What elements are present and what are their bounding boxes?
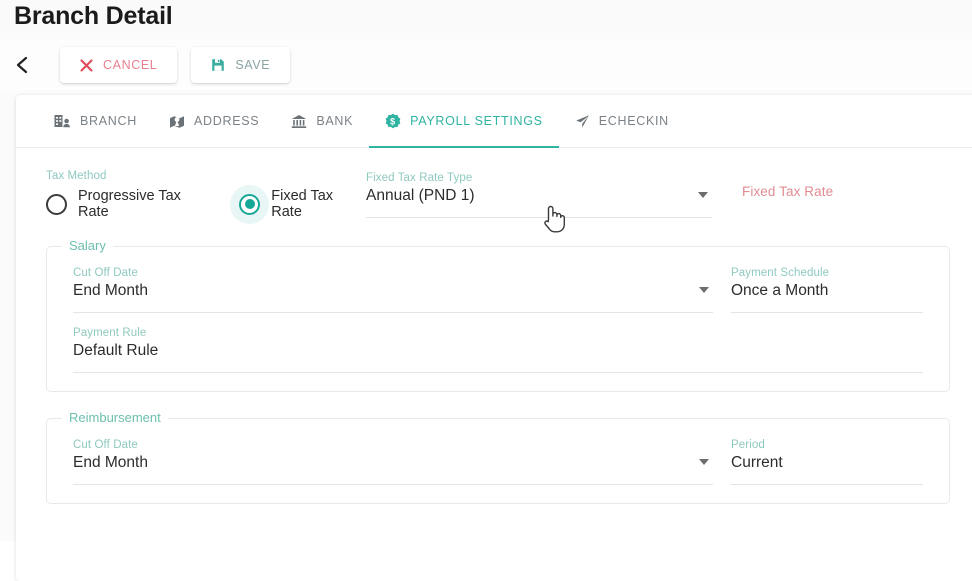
salary-payment-schedule-select[interactable]: Once a Month (731, 282, 923, 313)
fixed-tax-rate-label: Fixed Tax Rate (742, 184, 834, 199)
page-title: Branch Detail (14, 2, 173, 30)
page-header: Branch Detail (0, 0, 972, 38)
tax-method-group: Tax Method Progressive Tax Rate Fixed Ta… (46, 170, 366, 220)
tab-echeckin[interactable]: ECHECKIN (559, 95, 685, 147)
salary-payment-rule-label: Payment Rule (73, 327, 147, 339)
salary-cut-off-date-value: End Month (73, 282, 148, 299)
cancel-button-label: CANCEL (103, 58, 158, 72)
payroll-dollar-badge-icon: $ (385, 113, 401, 129)
bank-columns-icon (291, 114, 307, 129)
svg-text:$: $ (390, 116, 396, 126)
reimbursement-cut-off-date-select[interactable]: End Month (73, 454, 713, 485)
salary-cut-off-date-label: Cut Off Date (73, 267, 138, 279)
cancel-button[interactable]: CANCEL (60, 47, 178, 83)
radio-fixed-tax-rate-label: Fixed Tax Rate (271, 188, 334, 220)
save-button[interactable]: SAVE (191, 47, 291, 83)
tax-method-label: Tax Method (46, 170, 107, 182)
floppy-disk-icon (211, 58, 225, 72)
reimbursement-period-value: Current (731, 454, 783, 471)
fixed-tax-rate-type-select[interactable]: Annual (PND 1) (366, 187, 712, 218)
reimbursement-period-select[interactable]: Current (731, 454, 923, 485)
radio-circle-icon (46, 193, 67, 215)
tax-method-row: Tax Method Progressive Tax Rate Fixed Ta… (46, 170, 950, 220)
tab-address[interactable]: ADDRESS (153, 95, 275, 147)
save-button-label: SAVE (235, 58, 271, 72)
map-location-icon (169, 114, 185, 129)
salary-group-legend: Salary (62, 238, 113, 253)
back-button[interactable] (0, 43, 44, 87)
fixed-tax-rate-type-value: Annual (PND 1) (366, 187, 475, 204)
salary-payment-rule-value: Default Rule (73, 342, 159, 359)
fixed-tax-rate-type-field[interactable]: Fixed Tax Rate Type Annual (PND 1) (366, 170, 712, 218)
salary-cut-off-date-select[interactable]: End Month (73, 282, 713, 313)
close-x-icon (80, 58, 93, 72)
fixed-tax-rate-field[interactable]: Fixed Tax Rate (742, 170, 950, 202)
salary-payment-schedule-label: Payment Schedule (731, 267, 830, 279)
reimbursement-period-label: Period (731, 439, 765, 451)
salary-cut-off-date-field[interactable]: Cut Off Date End Month (73, 267, 731, 313)
tab-payroll-settings[interactable]: $ PAYROLL SETTINGS (369, 95, 559, 148)
tab-branch[interactable]: BRANCH (38, 95, 153, 147)
reimbursement-cut-off-date-value: End Month (73, 454, 148, 471)
branch-detail-card: BRANCH ADDRESS BANK $ PAYROLL SETTINGS E… (16, 95, 972, 581)
salary-row-1: Cut Off Date End Month Payment Schedule … (73, 267, 923, 313)
radio-progressive-tax-rate-label: Progressive Tax Rate (78, 188, 181, 220)
salary-payment-schedule-field[interactable]: Payment Schedule Once a Month (731, 267, 923, 313)
chevron-down-icon[interactable] (699, 459, 709, 465)
action-bar: CANCEL SAVE (0, 40, 972, 90)
fixed-tax-rate-type-label: Fixed Tax Rate Type (366, 172, 473, 184)
salary-payment-rule-select[interactable]: Default Rule (73, 342, 923, 373)
radio-fixed-tax-rate[interactable]: Fixed Tax Rate (239, 188, 366, 220)
salary-group: Salary Cut Off Date End Month Payment Sc… (46, 238, 950, 392)
reimbursement-period-field[interactable]: Period Current (731, 439, 923, 485)
tab-bar: BRANCH ADDRESS BANK $ PAYROLL SETTINGS E… (16, 95, 972, 148)
salary-row-2: Payment Rule Default Rule (73, 327, 923, 373)
radio-progressive-tax-rate[interactable]: Progressive Tax Rate (46, 188, 213, 220)
reimbursement-group: Reimbursement Cut Off Date End Month Per… (46, 410, 950, 504)
payroll-settings-form: Tax Method Progressive Tax Rate Fixed Ta… (16, 148, 972, 504)
chevron-down-icon[interactable] (699, 287, 709, 293)
radio-circle-selected-icon (239, 193, 261, 215)
chevron-left-icon (14, 55, 30, 75)
paper-plane-icon (575, 114, 590, 129)
tab-bank-label: BANK (316, 114, 354, 128)
reimbursement-group-legend: Reimbursement (62, 410, 168, 425)
reimbursement-row-1: Cut Off Date End Month Period Current (73, 439, 923, 485)
tab-bank[interactable]: BANK (275, 95, 369, 147)
salary-payment-schedule-value: Once a Month (731, 282, 829, 299)
chevron-down-icon[interactable] (698, 192, 708, 198)
salary-payment-rule-field[interactable]: Payment Rule Default Rule (73, 327, 923, 373)
tab-branch-label: BRANCH (80, 114, 137, 128)
tax-method-radios: Progressive Tax Rate Fixed Tax Rate (46, 188, 366, 220)
reimbursement-cut-off-date-label: Cut Off Date (73, 439, 138, 451)
tab-address-label: ADDRESS (193, 114, 260, 128)
tab-echeckin-label: ECHECKIN (598, 114, 669, 128)
reimbursement-cut-off-date-field[interactable]: Cut Off Date End Month (73, 439, 731, 485)
tab-payroll-settings-label: PAYROLL SETTINGS (410, 114, 543, 128)
branch-building-icon (54, 114, 71, 129)
